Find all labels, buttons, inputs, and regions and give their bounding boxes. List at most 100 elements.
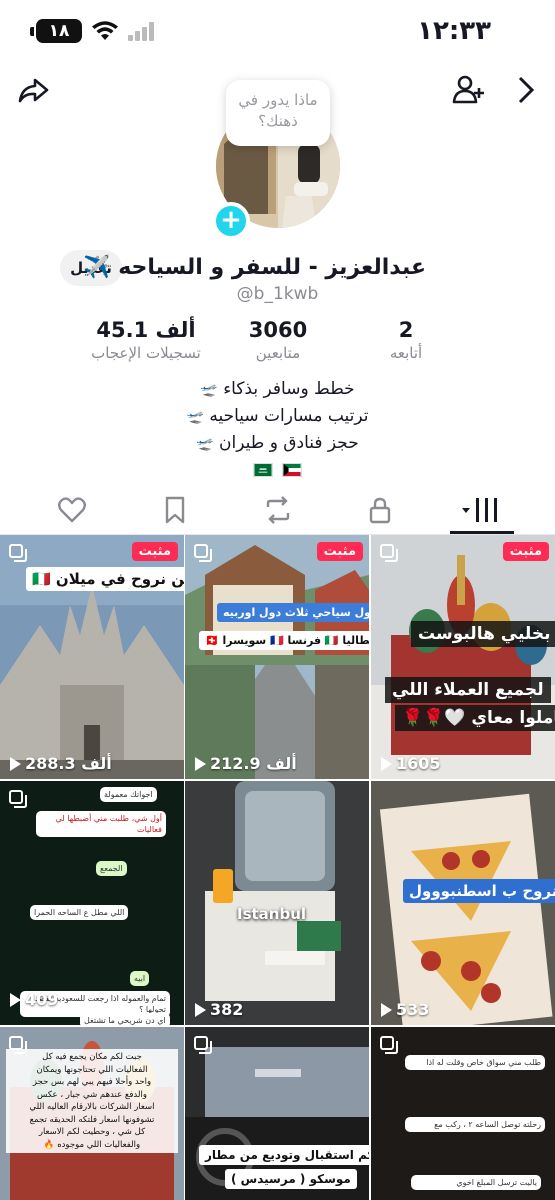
view-count-value: 288.3 ألف xyxy=(25,754,112,773)
video-thumbnail xyxy=(371,535,555,779)
share-icon[interactable] xyxy=(16,72,52,108)
view-count: 288.3 ألف xyxy=(10,754,112,773)
battery-icon: ١٨ xyxy=(36,19,82,43)
tab-liked[interactable] xyxy=(42,486,102,534)
videos-grid-icon xyxy=(462,498,497,522)
video-tile[interactable]: طلب مني سواق خاص وقلت له اذا رحلته توصل … xyxy=(371,1027,555,1200)
bio-line-text: خطط وسافر بذكاء xyxy=(223,379,355,399)
lock-icon xyxy=(369,497,391,524)
tab-videos[interactable] xyxy=(452,486,512,534)
video-caption: تعاملوا معاي 🤍🌹🌹 xyxy=(395,705,555,731)
caption-line: جبت لكم مكان يجمع فيه كل xyxy=(42,1052,142,1062)
tab-saved[interactable] xyxy=(145,486,205,534)
bio-line-text: ترتيب مسارات سياحيه xyxy=(209,406,369,426)
signal-icon xyxy=(128,22,154,41)
multi-image-icon xyxy=(8,789,28,809)
video-tile[interactable]: Istanbul 382 xyxy=(185,781,369,1025)
video-caption: Istanbul xyxy=(237,905,307,923)
stat-following[interactable]: 2 أتابعه xyxy=(356,318,456,362)
multi-image-icon xyxy=(193,543,213,563)
video-caption: وين نروح ب اسطنبووول xyxy=(403,879,555,903)
airplane-icon: 🛫 xyxy=(200,382,218,398)
view-count-value: 212.9 ألف xyxy=(210,754,297,773)
video-tile[interactable]: جبت لكم مكان يجمع فيه كل الفعاليات اللي … xyxy=(0,1027,184,1200)
username: @b_1kwb xyxy=(236,284,319,304)
battery-cap xyxy=(30,27,34,36)
video-tile[interactable]: وين نروح ب اسطنبووول 533 xyxy=(371,781,555,1025)
view-count: 382 xyxy=(195,1000,243,1019)
caption-line: تشوفونها اسعار فلتكه الحديقه تجمع xyxy=(29,1114,155,1125)
chevron-right-icon[interactable] xyxy=(508,72,544,108)
heart-icon xyxy=(58,497,86,523)
chat-message: ابيه xyxy=(130,971,150,986)
video-tile[interactable]: مثبت بخليي هالبوست لجميع العملاء اللي تع… xyxy=(371,535,555,779)
bio-line-text: حجز فنادق و طيران xyxy=(219,433,359,453)
pinned-badge: مثبت xyxy=(131,542,178,561)
play-icon xyxy=(10,992,21,1007)
video-thumbnail xyxy=(185,781,369,1025)
chat-message: أول شي، طلبت مني أضبطها لي فعاليات xyxy=(36,811,166,837)
video-tile[interactable]: مثبت وين نروح في ميلان 🇮🇹 288.3 ألف xyxy=(0,535,184,779)
view-count-value: 409 xyxy=(25,990,59,1009)
play-icon xyxy=(10,756,21,771)
bio-line: خطط وسافر بذكاء 🛫 xyxy=(0,376,555,403)
stat-value: 2 xyxy=(398,318,414,342)
chat-message: ياليت ترسل المبلغ اخوي xyxy=(411,1175,541,1190)
video-caption: وين نروح في ميلان 🇮🇹 xyxy=(26,567,184,591)
add-friend-icon[interactable] xyxy=(450,72,486,108)
chat-message: طلب مني سواق خاص وقلت له اذا xyxy=(405,1055,545,1070)
status-bar: ١٢:٣٣ ١٨ xyxy=(0,0,555,64)
caption-line: الفعاليات اللي تحتاجونها ويمكان xyxy=(36,1064,148,1075)
caption-line: كل شي ، وحطيت لكم الاسعار xyxy=(38,1127,146,1137)
stat-label: أتابعه xyxy=(389,344,423,362)
chat-message: اللي مطل ع الساحه الحمرا xyxy=(30,905,129,920)
video-caption: نوفر لكم استقبال وتوديع من مطار xyxy=(199,1145,369,1165)
play-icon xyxy=(381,1002,392,1017)
video-thumbnail xyxy=(185,535,369,779)
bio: خطط وسافر بذكاء 🛫 ترتيب مسارات سياحيه 🛫 … xyxy=(0,376,555,483)
chat-message: اي دن شريحي ما تشتغل xyxy=(80,1013,170,1025)
view-count: 533 xyxy=(381,1000,429,1019)
saudi-flag-icon xyxy=(252,463,273,477)
bio-line: ترتيب مسارات سياحيه 🛫 xyxy=(0,403,555,430)
stat-label: متابعين xyxy=(255,344,301,362)
video-tile[interactable]: نوفر لكم استقبال وتوديع من مطار موسكو ( … xyxy=(185,1027,369,1200)
chat-message: اجواتك معمولة xyxy=(100,787,157,802)
video-caption: ايطاليا 🇮🇹 فرنسا 🇫🇷 سويسرا 🇨🇭 xyxy=(199,631,369,650)
bookmark-icon xyxy=(165,496,185,524)
multi-image-icon xyxy=(379,1035,399,1055)
view-count: 409 xyxy=(10,990,58,1009)
multi-image-icon xyxy=(379,543,399,563)
stat-followers[interactable]: 3060 متابعين xyxy=(226,318,330,362)
display-name: عبدالعزيز - للسفر و السياحه ✈️ xyxy=(83,255,426,280)
kuwait-flag-icon xyxy=(282,463,303,477)
video-thumbnail xyxy=(371,781,555,1025)
caption-line: والدفع عندهم شي جبار ، عكس xyxy=(37,1089,147,1100)
view-count: 1605 xyxy=(381,754,441,773)
thought-bubble[interactable]: ماذا يدور في ذهنك؟ xyxy=(226,80,330,146)
video-caption: موسكو ( مرسيدس ) xyxy=(225,1169,357,1189)
view-count-value: 382 xyxy=(210,1000,244,1019)
play-icon xyxy=(195,756,206,771)
chat-message: الجمعع xyxy=(96,861,127,876)
stat-value: 3060 xyxy=(248,318,308,342)
view-count-value: 533 xyxy=(396,1000,430,1019)
stat-likes[interactable]: 45.1 ألف تسجيلات الإعجاب xyxy=(84,318,208,362)
play-icon xyxy=(381,756,392,771)
play-icon xyxy=(195,1002,206,1017)
tab-reposts[interactable] xyxy=(248,486,308,534)
chat-message: رحلته توصل الساعه ٢ ، ركب مع xyxy=(405,1117,545,1132)
tab-private[interactable] xyxy=(350,486,410,534)
wifi-icon xyxy=(92,21,118,40)
multi-image-icon xyxy=(8,543,28,563)
view-count: 212.9 ألف xyxy=(195,754,297,773)
caption-line: واحد وأحلا فيهم يبي لهم بس حجز xyxy=(32,1077,152,1087)
video-caption: لجميع العملاء اللي xyxy=(385,677,551,703)
status-time: ١٢:٣٣ xyxy=(417,16,491,46)
video-tile[interactable]: اجواتك معمولة أول شي، طلبت مني أضبطها لي… xyxy=(0,781,184,1025)
video-tile[interactable]: مثبت جدول سياحي ثلاث دول اوربيه ايطاليا … xyxy=(185,535,369,779)
video-caption: بخليي هالبوست xyxy=(411,621,555,647)
pinned-badge: مثبت xyxy=(316,542,363,561)
add-story-plus-icon[interactable]: + xyxy=(212,202,250,240)
stat-label: تسجيلات الإعجاب xyxy=(91,344,201,362)
